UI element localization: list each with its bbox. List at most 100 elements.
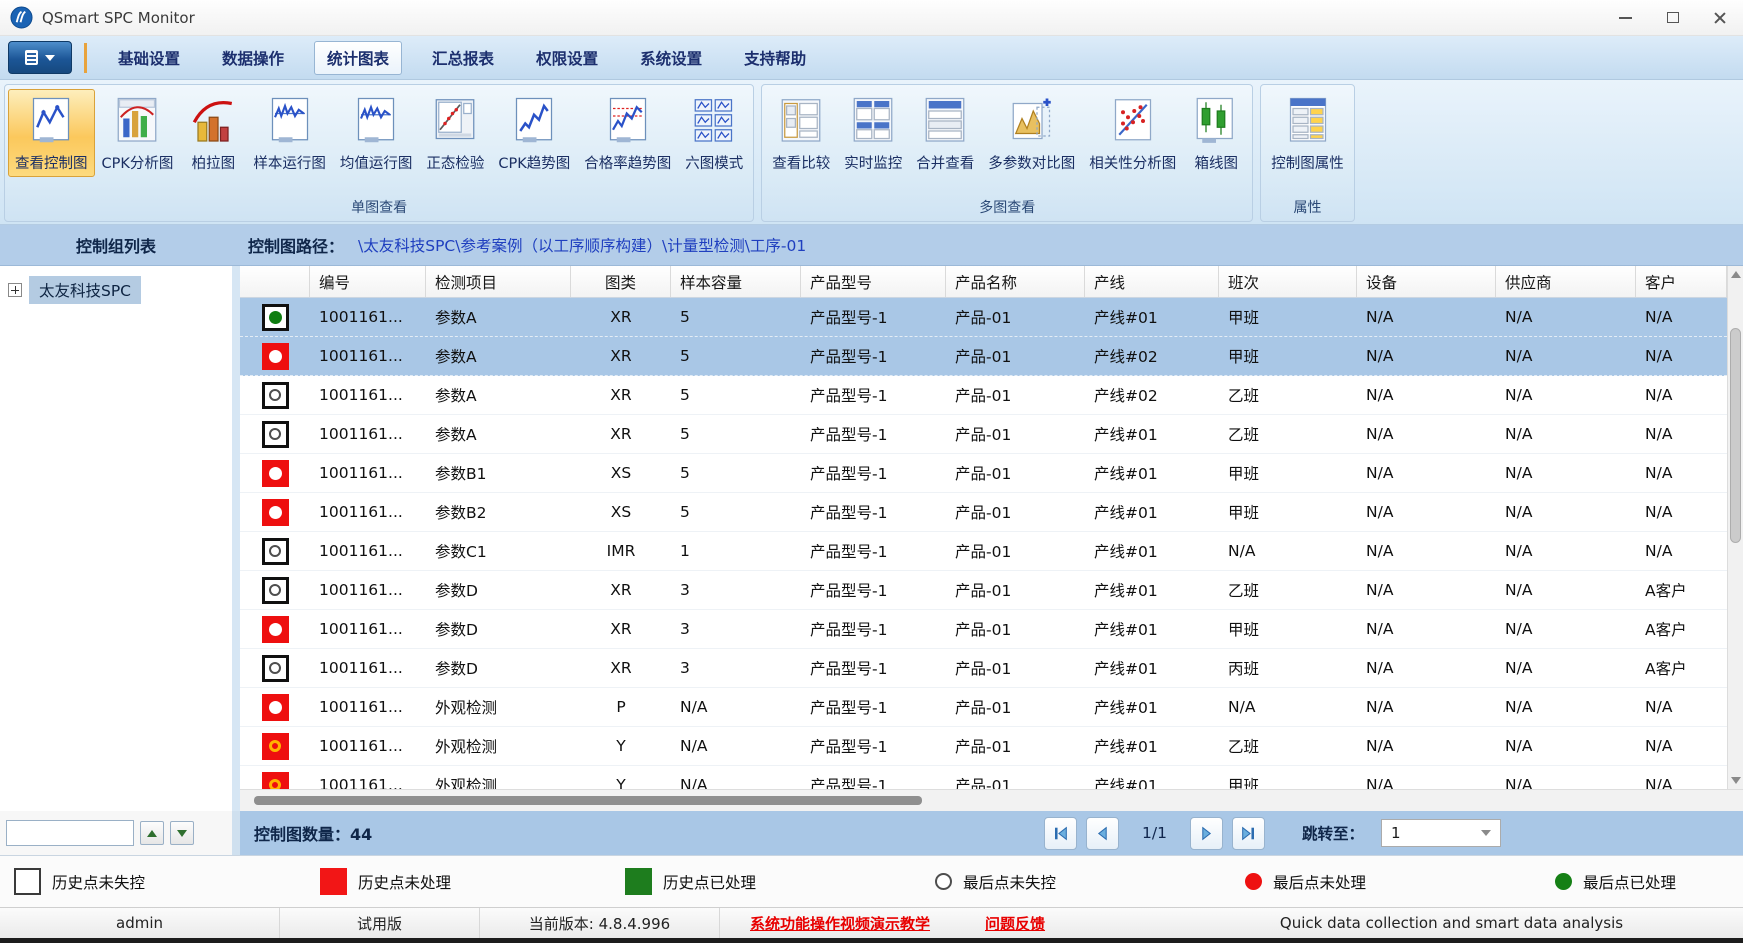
cell-产品型号: 产品型号-1 xyxy=(801,618,946,640)
ribbon-button-sample-run[interactable]: 样本运行图 xyxy=(246,89,333,177)
ribbon-button-pareto[interactable]: 柏拉图 xyxy=(180,89,246,177)
table-row-11[interactable]: 1001161...外观检测PN/A产品型号-1产品-01产线#01N/AN/A… xyxy=(240,688,1727,727)
horizontal-scrollbar[interactable] xyxy=(240,789,1743,811)
tree-down-button[interactable] xyxy=(170,821,194,845)
table-row-8[interactable]: 1001161...参数DXR3产品型号-1产品-01产线#01乙班N/AN/A… xyxy=(240,571,1727,610)
table-header-9[interactable]: 设备 xyxy=(1357,266,1496,297)
cell-产品名称: 产品-01 xyxy=(946,462,1085,484)
ribbon-button-normality-test[interactable]: 正态检验 xyxy=(419,89,491,177)
cell-编号: 1001161... xyxy=(310,776,426,789)
last-page-button[interactable] xyxy=(1232,817,1265,850)
row-status-cell xyxy=(240,499,310,526)
tree-expander-icon[interactable] xyxy=(8,283,22,297)
table-header-11[interactable]: 客户 xyxy=(1636,266,1727,297)
menu-tab-7[interactable]: 支持帮助 xyxy=(732,42,818,74)
close-button[interactable] xyxy=(1696,0,1743,35)
menu-tab-4[interactable]: 汇总报表 xyxy=(420,42,506,74)
cell-产品型号: 产品型号-1 xyxy=(801,579,946,601)
row-status-cell xyxy=(240,304,310,331)
vertical-scrollbar-thumb[interactable] xyxy=(1730,328,1741,543)
menu-tab-3[interactable]: 统计图表 xyxy=(314,41,402,75)
app-menu-button[interactable] xyxy=(8,41,72,74)
ribbon-button-realtime-monitor[interactable]: 实时监控 xyxy=(837,89,909,177)
ribbon-button-label: 六图模式 xyxy=(685,152,743,173)
table-row-1[interactable]: 1001161...参数AXR5产品型号-1产品-01产线#01甲班N/AN/A… xyxy=(240,298,1727,337)
table-row-6[interactable]: 1001161...参数B2XS5产品型号-1产品-01产线#01甲班N/AN/… xyxy=(240,493,1727,532)
menu-tab-1[interactable]: 基础设置 xyxy=(106,42,192,74)
ribbon-button-view-control-chart[interactable]: 查看控制图 xyxy=(8,89,95,177)
ribbon-button-box-plot[interactable]: 箱线图 xyxy=(1183,89,1249,177)
table-row-9[interactable]: 1001161...参数DXR3产品型号-1产品-01产线#01甲班N/AN/A… xyxy=(240,610,1727,649)
table-row-10[interactable]: 1001161...参数DXR3产品型号-1产品-01产线#01丙班N/AN/A… xyxy=(240,649,1727,688)
table-header-7[interactable]: 产线 xyxy=(1085,266,1219,297)
feedback-link[interactable]: 问题反馈 xyxy=(985,913,1045,934)
first-page-icon xyxy=(1051,824,1070,843)
menu-tab-6[interactable]: 系统设置 xyxy=(628,42,714,74)
table-header-3[interactable]: 图类 xyxy=(571,266,671,297)
cell-样本容量: 5 xyxy=(671,425,801,443)
table-row-5[interactable]: 1001161...参数B1XS5产品型号-1产品-01产线#01甲班N/AN/… xyxy=(240,454,1727,493)
scroll-down-icon[interactable] xyxy=(1731,777,1741,784)
cell-设备: N/A xyxy=(1357,776,1496,789)
table-header-5[interactable]: 产品型号 xyxy=(801,266,946,297)
table-header-6[interactable]: 产品名称 xyxy=(946,266,1085,297)
chart-path-value[interactable]: \太友科技SPC\参考案例（以工序顺序构建）\计量型检测\工序-01 xyxy=(358,234,806,256)
first-page-button[interactable] xyxy=(1044,817,1077,850)
cell-产品名称: 产品-01 xyxy=(946,540,1085,562)
maximize-button[interactable] xyxy=(1649,0,1696,35)
scroll-up-icon[interactable] xyxy=(1731,271,1741,278)
table-header-4[interactable]: 样本容量 xyxy=(671,266,801,297)
ribbon-button-view-compare[interactable]: 查看比较 xyxy=(765,89,837,177)
menu-tab-2[interactable]: 数据操作 xyxy=(210,42,296,74)
minimize-button[interactable] xyxy=(1602,0,1649,35)
cell-产品型号: 产品型号-1 xyxy=(801,735,946,757)
ribbon-button-pass-rate-trend[interactable]: 合格率趋势图 xyxy=(577,89,678,177)
ribbon-button-multi-param-compare[interactable]: 多参数对比图 xyxy=(981,89,1082,177)
ribbon: 查看控制图CPK分析图柏拉图样本运行图均值运行图正态检验CPK趋势图合格率趋势图… xyxy=(0,80,1743,225)
ribbon-button-cpk-analysis[interactable]: CPK分析图 xyxy=(95,89,181,177)
cell-检测项目: 外观检测 xyxy=(426,774,571,789)
ribbon-button-mean-run[interactable]: 均值运行图 xyxy=(333,89,420,177)
table-header-1[interactable]: 编号 xyxy=(310,266,426,297)
table-row-13[interactable]: 1001161...外观检测YN/A产品型号-1产品-01产线#01甲班N/AN… xyxy=(240,766,1727,789)
jump-to-select[interactable]: 1 xyxy=(1381,819,1501,847)
arrow-down-icon xyxy=(177,830,187,837)
horizontal-scrollbar-thumb[interactable] xyxy=(254,796,922,805)
table-row-7[interactable]: 1001161...参数C1IMR1产品型号-1产品-01产线#01N/AN/A… xyxy=(240,532,1727,571)
cell-检测项目: 参数D xyxy=(426,618,571,640)
ribbon-button-six-chart-mode[interactable]: 六图模式 xyxy=(678,89,750,177)
prev-page-button[interactable] xyxy=(1086,817,1119,850)
six-chart-mode-icon xyxy=(688,96,740,146)
tree-item-label[interactable]: 太友科技SPC xyxy=(29,276,141,304)
ribbon-button-merge-view[interactable]: 合并查看 xyxy=(909,89,981,177)
control-chart-properties-icon xyxy=(1282,96,1334,146)
tree-up-button[interactable] xyxy=(140,821,164,845)
cell-产线: 产线#01 xyxy=(1085,774,1219,789)
vertical-scrollbar[interactable] xyxy=(1727,266,1743,789)
menu-tab-5[interactable]: 权限设置 xyxy=(524,42,610,74)
cell-图类: XR xyxy=(571,659,671,677)
square-outline-icon xyxy=(14,868,41,895)
minimize-icon xyxy=(1619,17,1632,19)
gray-ring-status-icon xyxy=(262,382,289,409)
tree-filter-input[interactable] xyxy=(6,820,134,846)
table-row-3[interactable]: 1001161...参数AXR5产品型号-1产品-01产线#02乙班N/AN/A… xyxy=(240,376,1727,415)
control-chart-table: 编号检测项目图类样本容量产品型号产品名称产线班次设备供应商客户 1001161.… xyxy=(240,266,1727,789)
table-row-12[interactable]: 1001161...外观检测YN/A产品型号-1产品-01产线#01乙班N/AN… xyxy=(240,727,1727,766)
table-row-2[interactable]: 1001161...参数AXR5产品型号-1产品-01产线#02甲班N/AN/A… xyxy=(240,337,1727,376)
table-header-8[interactable]: 班次 xyxy=(1219,266,1357,297)
tree-item-spc-root[interactable]: 太友科技SPC xyxy=(0,266,240,314)
menu-divider xyxy=(84,43,87,73)
cell-样本容量: 5 xyxy=(671,347,801,365)
ribbon-button-correlation-analysis[interactable]: 相关性分析图 xyxy=(1082,89,1183,177)
next-page-button[interactable] xyxy=(1190,817,1223,850)
red-yellow-ring-status-icon xyxy=(262,733,289,760)
ribbon-button-control-chart-properties[interactable]: 控制图属性 xyxy=(1264,89,1351,177)
table-row-4[interactable]: 1001161...参数AXR5产品型号-1产品-01产线#01乙班N/AN/A… xyxy=(240,415,1727,454)
cell-样本容量: 3 xyxy=(671,581,801,599)
table-header-10[interactable]: 供应商 xyxy=(1496,266,1636,297)
video-tutorial-link[interactable]: 系统功能操作视频演示教学 xyxy=(750,913,930,934)
table-header-2[interactable]: 检测项目 xyxy=(426,266,571,297)
ribbon-button-cpk-trend[interactable]: CPK趋势图 xyxy=(491,89,577,177)
cell-检测项目: 参数A xyxy=(426,306,571,328)
